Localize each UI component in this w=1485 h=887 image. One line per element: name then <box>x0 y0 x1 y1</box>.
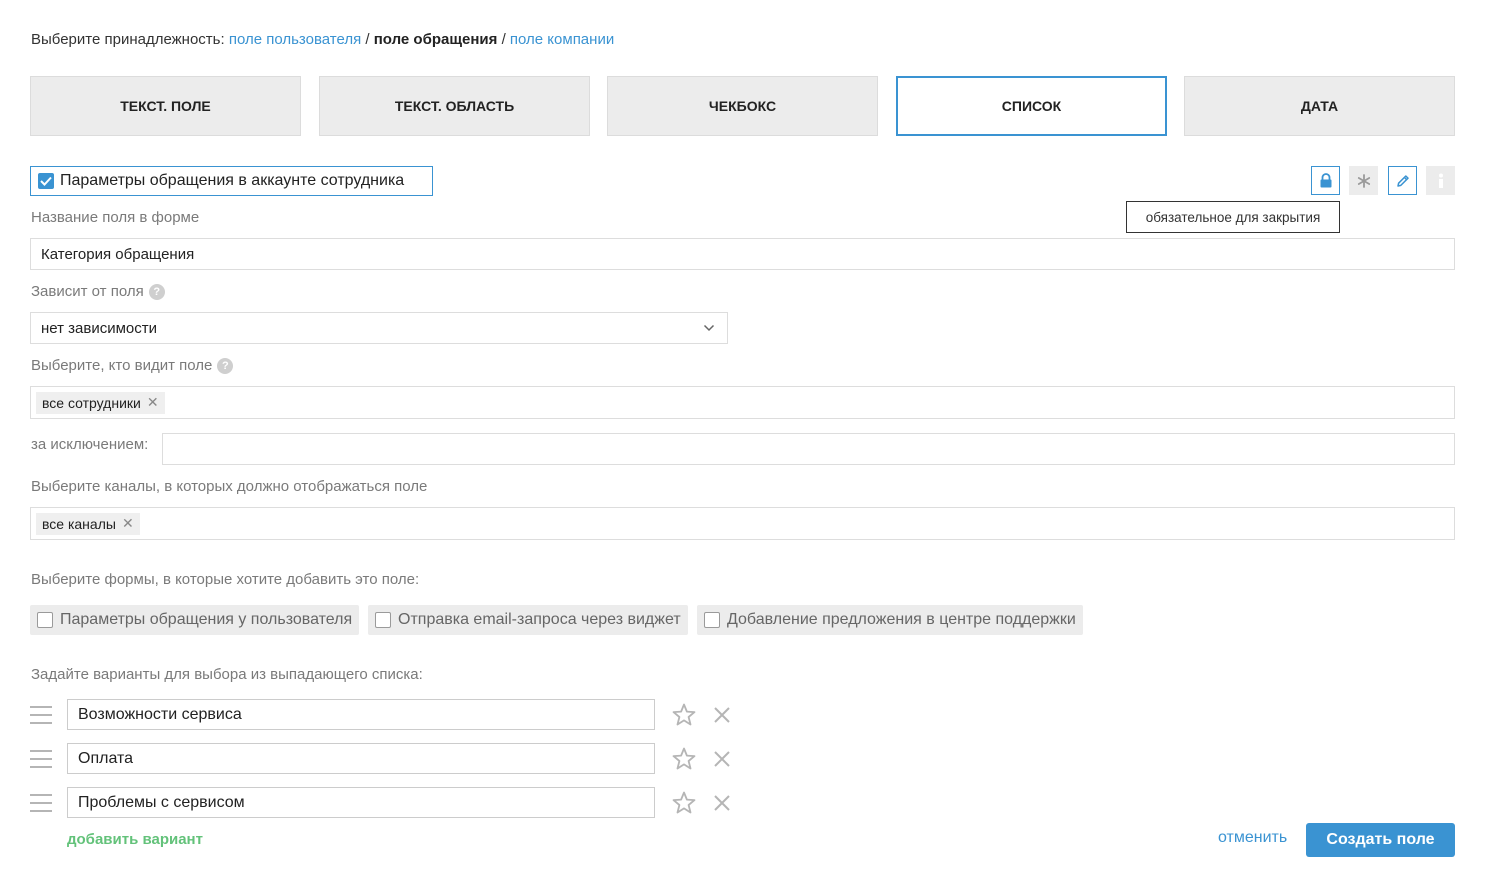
tag-all-channels: все каналы ✕ <box>36 512 140 535</box>
option-input[interactable]: Оплата <box>67 743 655 774</box>
create-field-button[interactable]: Создать поле <box>1306 823 1455 857</box>
tab-date[interactable]: ДАТА <box>1184 76 1455 136</box>
remove-tag-icon[interactable]: ✕ <box>147 394 159 411</box>
lock-icon <box>1320 173 1331 188</box>
affiliation-selector: Выберите принадлежность: поле пользовате… <box>31 31 614 48</box>
add-option-link[interactable]: добавить вариант <box>67 831 203 848</box>
affiliation-prefix: Выберите принадлежность: <box>31 31 225 48</box>
cancel-link[interactable]: отменить <box>1218 829 1287 847</box>
form-checkbox-label: Параметры обращения у пользователя <box>60 611 353 628</box>
option-input[interactable]: Возможности сервиса <box>67 699 655 730</box>
remove-tag-icon[interactable]: ✕ <box>122 515 134 532</box>
delete-option-icon[interactable] <box>712 749 732 769</box>
employee-params-label: Параметры обращения в аккаунте сотрудник… <box>60 172 405 189</box>
chevron-down-icon <box>703 324 715 332</box>
drag-handle-icon[interactable] <box>30 706 52 724</box>
tooltip: обязательное для закрытия <box>1126 201 1340 233</box>
option-input[interactable]: Проблемы с сервисом <box>67 787 655 818</box>
delete-option-icon[interactable] <box>712 793 732 813</box>
exceptions-input[interactable] <box>162 433 1455 465</box>
visibility-label: Выберите, кто видит поле ? <box>31 357 234 374</box>
checkbox-icon <box>37 612 53 628</box>
affiliation-separator: / <box>365 31 370 48</box>
tab-text-field[interactable]: ТЕКСТ. ПОЛЕ <box>30 76 301 136</box>
pencil-icon <box>1396 174 1409 187</box>
depends-on-label: Зависит от поля ? <box>31 283 165 300</box>
field-name-input[interactable]: Категория обращения <box>30 238 1455 270</box>
tag-label: все каналы <box>42 515 116 532</box>
employee-params-checkbox[interactable]: Параметры обращения в аккаунте сотрудник… <box>30 166 433 196</box>
form-checkbox-support-center[interactable]: Добавление предложения в центре поддержк… <box>697 605 1083 635</box>
help-icon[interactable]: ? <box>148 283 165 300</box>
star-icon[interactable] <box>671 790 697 816</box>
info-icon <box>1438 173 1443 188</box>
tag-all-employees: все сотрудники ✕ <box>36 391 165 414</box>
visibility-label-text: Выберите, кто видит поле <box>31 357 213 374</box>
visibility-tag-input[interactable]: все сотрудники ✕ <box>30 386 1455 419</box>
user-field-link[interactable]: поле пользователя <box>229 31 361 48</box>
exceptions-label: за исключением: <box>31 436 149 453</box>
checkbox-checked-icon <box>38 173 54 189</box>
depends-on-label-text: Зависит от поля <box>31 283 144 300</box>
depends-on-select[interactable]: нет зависимости <box>30 312 728 344</box>
checkbox-icon <box>375 612 391 628</box>
tab-checkbox[interactable]: ЧЕКБОКС <box>607 76 878 136</box>
help-icon[interactable]: ? <box>217 357 234 374</box>
checkbox-icon <box>704 612 720 628</box>
options-label: Задайте варианты для выбора из выпадающе… <box>31 666 423 683</box>
affiliation-separator: / <box>501 31 506 48</box>
edit-button[interactable] <box>1388 166 1417 195</box>
form-checkbox-label: Добавление предложения в центре поддержк… <box>727 611 1076 628</box>
depends-on-value: нет зависимости <box>41 319 158 337</box>
form-checkbox-user-params[interactable]: Параметры обращения у пользователя <box>30 605 360 635</box>
channels-label: Выберите каналы, в которых должно отобра… <box>31 478 428 495</box>
drag-handle-icon[interactable] <box>30 794 52 812</box>
star-icon[interactable] <box>671 702 697 728</box>
lock-button[interactable] <box>1311 166 1340 195</box>
delete-option-icon[interactable] <box>712 705 732 725</box>
drag-handle-icon[interactable] <box>30 750 52 768</box>
tab-list[interactable]: СПИСОК <box>896 76 1167 136</box>
company-field-link[interactable]: поле компании <box>510 31 614 48</box>
channels-tag-input[interactable]: все каналы ✕ <box>30 507 1455 540</box>
required-button[interactable] <box>1349 166 1378 195</box>
asterisk-icon <box>1357 173 1370 188</box>
tab-text-area[interactable]: ТЕКСТ. ОБЛАСТЬ <box>319 76 590 136</box>
field-name-label: Название поля в форме <box>31 209 200 226</box>
forms-label: Выберите формы, в которые хотите добавит… <box>31 571 420 588</box>
request-field-current[interactable]: поле обращения <box>374 31 498 48</box>
info-button[interactable] <box>1426 166 1455 195</box>
form-checkbox-email-widget[interactable]: Отправка email-запроса через виджет <box>368 605 688 635</box>
star-icon[interactable] <box>671 746 697 772</box>
form-checkbox-label: Отправка email-запроса через виджет <box>398 611 681 628</box>
tag-label: все сотрудники <box>42 394 141 411</box>
